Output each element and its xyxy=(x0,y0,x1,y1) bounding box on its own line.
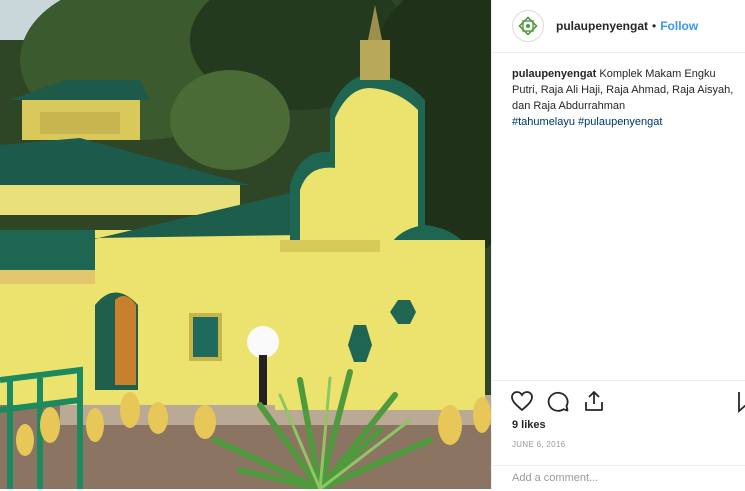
comment-input[interactable] xyxy=(512,472,732,484)
caption-username[interactable]: pulaupenyengat xyxy=(512,68,596,80)
avatar[interactable] xyxy=(512,10,544,42)
follow-button[interactable]: Follow xyxy=(660,19,698,33)
post-username[interactable]: pulaupenyengat xyxy=(556,19,648,33)
post-actions-section: 9 likes JUNE 6, 2016 xyxy=(492,380,745,490)
bookmark-icon[interactable] xyxy=(738,389,745,413)
heart-icon[interactable] xyxy=(510,389,534,413)
post-header: pulaupenyengat • Follow xyxy=(492,0,745,53)
post-date: JUNE 6, 2016 xyxy=(512,440,566,449)
post-sidebar: pulaupenyengat • Follow pulaupenyengat K… xyxy=(492,0,745,489)
share-upload-icon[interactable] xyxy=(582,389,606,413)
comment-bubble-icon[interactable] xyxy=(546,389,570,413)
post-photo[interactable] xyxy=(0,0,491,489)
green-geometric-logo-icon xyxy=(518,16,538,36)
caption-hashtags[interactable]: #tahumelayu #pulaupenyengat xyxy=(512,116,662,128)
comment-box xyxy=(492,465,745,491)
photo-mosque-tomb-complex xyxy=(0,0,491,489)
likes-count[interactable]: 9 likes xyxy=(512,419,546,431)
post-caption: pulaupenyengat Komplek Makam Engku Putri… xyxy=(512,66,742,130)
header-separator: • xyxy=(652,19,657,33)
action-icons xyxy=(510,389,606,413)
